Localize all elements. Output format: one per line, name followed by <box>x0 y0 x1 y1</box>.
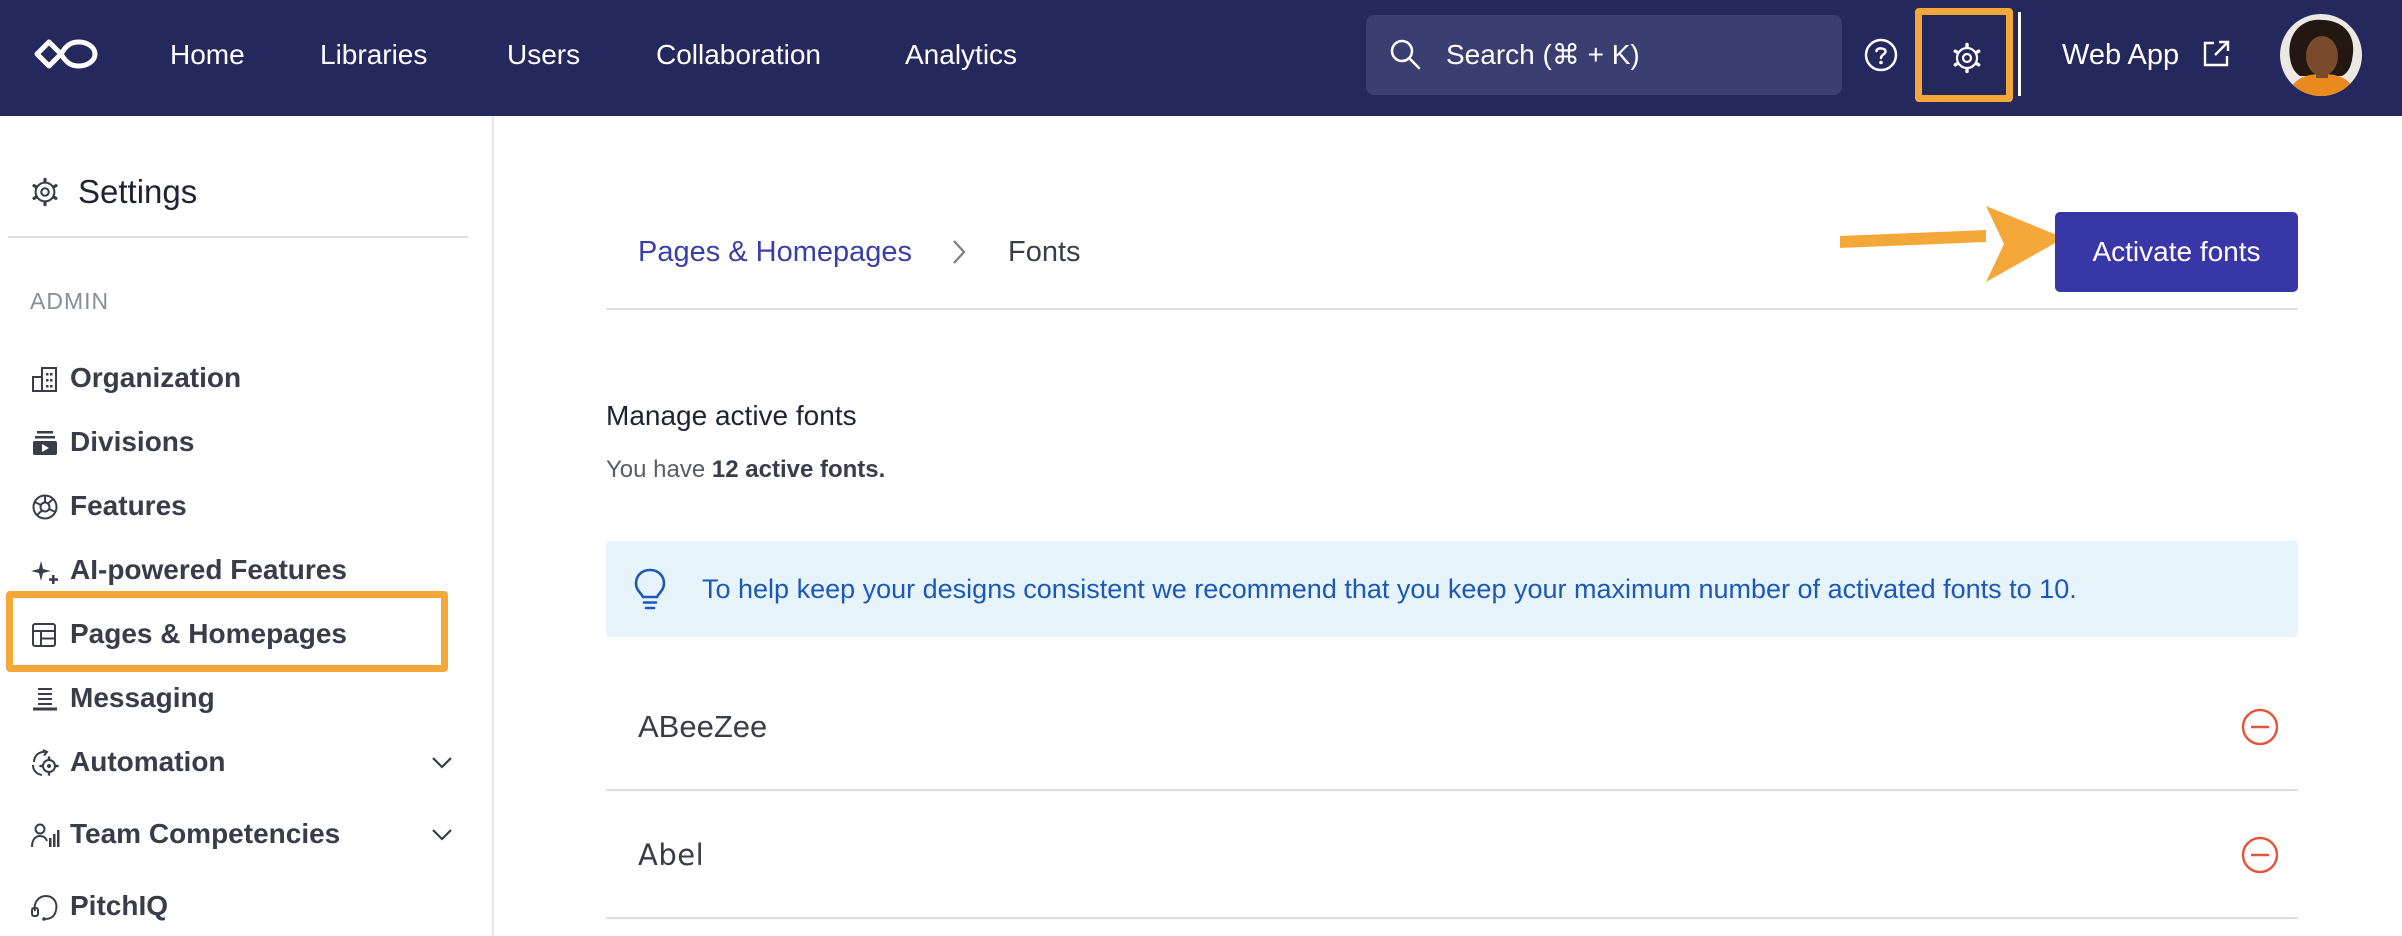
active-fonts-count: You have 12 active fonts. <box>606 456 885 484</box>
sidebar-item-pitchiq[interactable]: PitchIQ <box>30 884 460 928</box>
headset-icon <box>31 894 58 921</box>
nav-divider <box>2018 12 2021 96</box>
layout-icon <box>32 623 56 647</box>
gear-icon <box>32 177 58 207</box>
building-icon <box>32 367 57 392</box>
settings-button[interactable] <box>1915 8 2013 102</box>
header-divider <box>606 308 2298 310</box>
annotation-arrow <box>1840 206 2064 282</box>
sidebar-item-organization[interactable]: Organization <box>30 356 460 400</box>
section-label-admin: ADMIN <box>30 288 110 314</box>
search-icon <box>1390 39 1421 70</box>
gear-icon <box>1953 42 1981 74</box>
infinity-logo-icon[interactable] <box>32 34 102 74</box>
breadcrumb-pages-homepages[interactable]: Pages & Homepages <box>638 232 912 272</box>
divisions-icon <box>33 431 57 455</box>
help-icon[interactable] <box>1862 36 1900 74</box>
web-app-link[interactable]: Web App <box>2062 0 2179 110</box>
sidebar-item-automation[interactable]: Automation <box>30 740 460 784</box>
sidebar-item-label: Organization <box>70 362 242 393</box>
sidebar-border <box>492 116 494 936</box>
top-navigation-bar: Home Libraries Users Collaboration Analy… <box>0 0 2402 116</box>
chevron-down-icon[interactable] <box>430 752 454 772</box>
chevron-down-icon[interactable] <box>430 824 454 844</box>
font-name: ABeeZee <box>638 709 768 744</box>
sidebar-item-label: Team Competencies <box>70 818 341 849</box>
breadcrumb-current: Fonts <box>1008 236 1081 268</box>
nav-collaboration[interactable]: Collaboration <box>656 0 821 110</box>
lightbulb-icon <box>634 568 666 610</box>
nav-libraries[interactable]: Libraries <box>320 0 427 110</box>
remove-circle-icon[interactable] <box>2240 835 2280 875</box>
sidebar-item-team-competencies[interactable]: Team Competencies <box>30 812 460 856</box>
nav-home[interactable]: Home <box>170 0 245 110</box>
count-prefix: You have <box>606 456 712 483</box>
tip-banner: To help keep your designs consistent we … <box>606 541 2298 637</box>
sidebar-item-features[interactable]: Features <box>30 484 460 528</box>
sidebar-item-label: Divisions <box>70 426 195 457</box>
font-row: Abel <box>606 791 2298 919</box>
search-input[interactable]: Search (⌘ + K) <box>1366 15 1842 95</box>
chevron-right-icon <box>953 240 966 264</box>
user-avatar[interactable] <box>2280 14 2362 96</box>
remove-circle-icon[interactable] <box>2240 707 2280 747</box>
sidebar-divider <box>8 236 468 238</box>
messaging-icon <box>33 688 57 711</box>
section-title: Manage active fonts <box>606 400 857 431</box>
sidebar-item-label: Messaging <box>70 682 215 713</box>
font-row: ABeeZee <box>606 663 2298 791</box>
sidebar-item-pages-homepages[interactable]: Pages & Homepages <box>30 612 460 656</box>
sidebar-item-label: Features <box>70 490 187 521</box>
sparkle-plus-icon <box>31 561 58 584</box>
activate-fonts-button[interactable]: Activate fonts <box>2055 212 2298 292</box>
sidebar-item-label: Pages & Homepages <box>70 618 347 649</box>
nav-analytics[interactable]: Analytics <box>905 0 1017 110</box>
nav-users[interactable]: Users <box>507 0 580 110</box>
font-name: Abel <box>638 838 705 872</box>
search-placeholder: Search (⌘ + K) <box>1446 39 1640 70</box>
sidebar-item-label: Automation <box>70 746 226 777</box>
automation-icon <box>32 749 59 776</box>
tip-text: To help keep your designs consistent we … <box>702 574 2077 604</box>
sidebar-item-ai-powered-features[interactable]: AI-powered Features <box>30 548 460 592</box>
sidebar-item-label: PitchIQ <box>70 890 169 921</box>
aperture-icon <box>32 494 58 520</box>
team-icon <box>31 823 60 848</box>
sidebar-title: Settings <box>78 173 198 210</box>
settings-sidebar: Settings ADMIN Organization Divisions Fe… <box>0 116 493 936</box>
external-link-icon[interactable] <box>2200 38 2232 70</box>
sidebar-item-messaging[interactable]: Messaging <box>30 676 460 720</box>
sidebar-item-divisions[interactable]: Divisions <box>30 420 460 464</box>
sidebar-item-label: AI-powered Features <box>70 554 347 585</box>
count-value: 12 active fonts. <box>711 456 886 483</box>
